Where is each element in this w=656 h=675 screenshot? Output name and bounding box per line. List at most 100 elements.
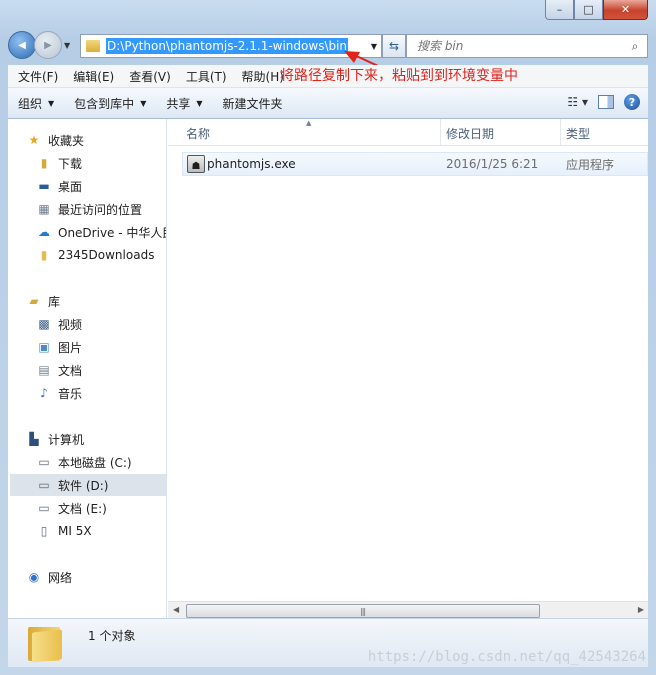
scroll-right-icon[interactable]: ▶ xyxy=(638,605,644,614)
sidebar-item-downloads[interactable]: ▮ 下载 xyxy=(36,152,82,174)
sidebar-item-desktop[interactable]: ▬ 桌面 xyxy=(36,175,82,197)
organize-label: 组织 xyxy=(18,96,43,111)
horizontal-scrollbar[interactable]: ◀ ||| ▶ xyxy=(168,601,648,619)
annotation-text: 将路径复制下来，粘贴到到环境变量中 xyxy=(280,68,518,84)
chevron-down-icon: ▼ xyxy=(140,98,147,108)
computer-icon: ▙ xyxy=(29,432,39,446)
library-icon: ▰ xyxy=(29,294,39,308)
search-input[interactable] xyxy=(415,38,627,54)
new-folder-button[interactable]: 新建文件夹 xyxy=(213,95,293,112)
back-button[interactable]: ◀ xyxy=(8,31,36,59)
share-button[interactable]: 共享 ▼ xyxy=(156,95,212,112)
column-divider[interactable] xyxy=(440,119,441,145)
recent-pages-dropdown[interactable]: ▼ xyxy=(64,41,74,50)
drive-icon: ▭ xyxy=(38,478,50,492)
maximize-button[interactable]: □ xyxy=(574,0,603,20)
sidebar-item-documents[interactable]: ▤ 文档 xyxy=(36,359,82,381)
sidebar-item-videos[interactable]: ▩ 视频 xyxy=(36,313,82,335)
network-icon: ◉ xyxy=(28,570,40,584)
column-header-row: ▲ 名称 修改日期 类型 xyxy=(168,119,648,146)
view-options-icon[interactable]: ☷ ▾ xyxy=(567,95,588,109)
menu-bar: 文件(F) 编辑(E) 查看(V) 工具(T) 帮助(H) 将路径复制下来，粘贴… xyxy=(8,65,648,88)
menu-edit[interactable]: 编辑(E) xyxy=(63,68,119,85)
command-bar: 组织 ▼ 包含到库中 ▼ 共享 ▼ 新建文件夹 ☷ ▾ ? xyxy=(8,88,648,119)
sidebar-item-pictures[interactable]: ▣ 图片 xyxy=(36,336,82,358)
folder-icon xyxy=(26,623,64,663)
refresh-icon: ⇆ xyxy=(388,39,400,53)
desktop-icon: ▬ xyxy=(38,179,50,193)
include-in-library-label: 包含到库中 xyxy=(74,96,135,111)
refresh-button[interactable]: ⇆ xyxy=(382,34,406,58)
menu-tools[interactable]: 工具(T) xyxy=(176,68,232,85)
scrollbar-thumb[interactable]: ||| xyxy=(186,604,540,618)
star-icon: ★ xyxy=(28,133,40,147)
folder-icon: ▮ xyxy=(40,248,48,262)
item-count: 1 个对象 xyxy=(88,629,136,643)
toolbar-right: ☷ ▾ ? xyxy=(567,94,640,110)
minimize-button[interactable]: – xyxy=(545,0,574,20)
sidebar-label: 库 xyxy=(48,294,61,309)
back-arrow-icon: ◀ xyxy=(18,39,26,51)
sidebar-item-phone[interactable]: ▯ MI 5X xyxy=(36,520,92,542)
search-box[interactable]: ⌕ xyxy=(406,34,648,58)
preview-pane-icon[interactable] xyxy=(598,95,614,109)
sidebar-item-computer[interactable]: ▙ 计算机 xyxy=(26,428,84,450)
sidebar-label: 文档 (E:) xyxy=(58,501,107,516)
sidebar-label: OneDrive - 中华人民 xyxy=(58,225,167,240)
new-folder-label: 新建文件夹 xyxy=(222,96,283,111)
column-header-name[interactable]: 名称 xyxy=(186,125,210,142)
share-label: 共享 xyxy=(166,96,191,111)
navigation-bar: ◀ ▶ ▼ D:\Python\phantomjs-2.1.1-windows\… xyxy=(8,30,648,89)
system-drive-icon: ▭ xyxy=(38,455,50,469)
sidebar-item-favorites[interactable]: ★ 收藏夹 xyxy=(26,129,84,151)
sidebar-label: 下载 xyxy=(58,156,83,171)
file-type: 应用程序 xyxy=(566,157,615,172)
address-bar[interactable]: D:\Python\phantomjs-2.1.1-windows\bin ▼ xyxy=(80,34,382,58)
menu-view[interactable]: 查看(V) xyxy=(119,68,176,85)
sidebar-label: 音乐 xyxy=(58,386,83,401)
sidebar-item-drive-d[interactable]: ▭ 软件 (D:) xyxy=(10,474,166,496)
video-icon: ▩ xyxy=(38,317,50,331)
picture-icon: ▣ xyxy=(38,340,50,354)
sidebar-item-music[interactable]: ♪ 音乐 xyxy=(36,382,82,404)
cloud-icon: ☁ xyxy=(38,225,50,239)
help-icon[interactable]: ? xyxy=(624,94,640,110)
column-header-type[interactable]: 类型 xyxy=(566,125,590,142)
sidebar-label: 最近访问的位置 xyxy=(58,202,143,217)
sidebar-item-libraries[interactable]: ▰ 库 xyxy=(26,290,60,312)
sidebar-label: 计算机 xyxy=(48,432,85,447)
chevron-down-icon: ▼ xyxy=(48,98,55,108)
sidebar-item-2345downloads[interactable]: ▮ 2345Downloads xyxy=(36,244,155,266)
sidebar-label: 视频 xyxy=(58,317,83,332)
file-list[interactable]: ▲ 名称 修改日期 类型 ☗ phantomjs.exe 2016/1/25 6… xyxy=(168,119,648,619)
forward-arrow-icon: ▶ xyxy=(44,39,52,51)
sort-ascending-icon: ▲ xyxy=(306,119,312,127)
sidebar-item-onedrive[interactable]: ☁ OneDrive - 中华人民 xyxy=(36,221,167,243)
menu-file[interactable]: 文件(F) xyxy=(8,68,63,85)
sidebar-label: 收藏夹 xyxy=(48,133,85,148)
include-in-library-button[interactable]: 包含到库中 ▼ xyxy=(64,95,156,112)
close-button[interactable]: ✕ xyxy=(603,0,648,20)
folder-icon xyxy=(86,40,100,52)
watermark: https://blog.csdn.net/qq_42543264 xyxy=(367,649,646,665)
caption-buttons: – □ ✕ xyxy=(545,0,648,20)
column-header-modified[interactable]: 修改日期 xyxy=(446,125,494,142)
address-path[interactable]: D:\Python\phantomjs-2.1.1-windows\bin xyxy=(106,38,349,54)
organize-button[interactable]: 组织 ▼ xyxy=(8,95,64,112)
downloads-folder-icon: ▮ xyxy=(40,156,48,170)
sidebar-item-drive-e[interactable]: ▭ 文档 (E:) xyxy=(36,497,107,519)
sidebar-item-recent[interactable]: ▦ 最近访问的位置 xyxy=(36,198,142,220)
sidebar-item-drive-c[interactable]: ▭ 本地磁盘 (C:) xyxy=(36,451,131,473)
scroll-left-icon[interactable]: ◀ xyxy=(173,605,179,614)
explorer-window: – □ ✕ ◀ ▶ ▼ D:\Python\phantomjs-2.1.1-wi… xyxy=(0,0,656,675)
sidebar-label: 文档 xyxy=(58,363,83,378)
sidebar-label: 2345Downloads xyxy=(58,248,155,262)
document-icon: ▤ xyxy=(38,363,50,377)
file-row[interactable]: ☗ phantomjs.exe 2016/1/25 6:21 应用程序 xyxy=(182,152,648,176)
sidebar-label: 图片 xyxy=(58,340,83,355)
forward-button[interactable]: ▶ xyxy=(34,31,62,59)
column-divider[interactable] xyxy=(560,119,561,145)
navigation-pane[interactable]: ★ 收藏夹 ▮ 下载 ▬ 桌面 ▦ 最近访问的位置 ☁ OneDrive - 中华人民 ▮… xyxy=(8,119,167,619)
sidebar-item-network[interactable]: ◉ 网络 xyxy=(26,566,72,588)
search-icon[interactable]: ⌕ xyxy=(627,39,643,54)
